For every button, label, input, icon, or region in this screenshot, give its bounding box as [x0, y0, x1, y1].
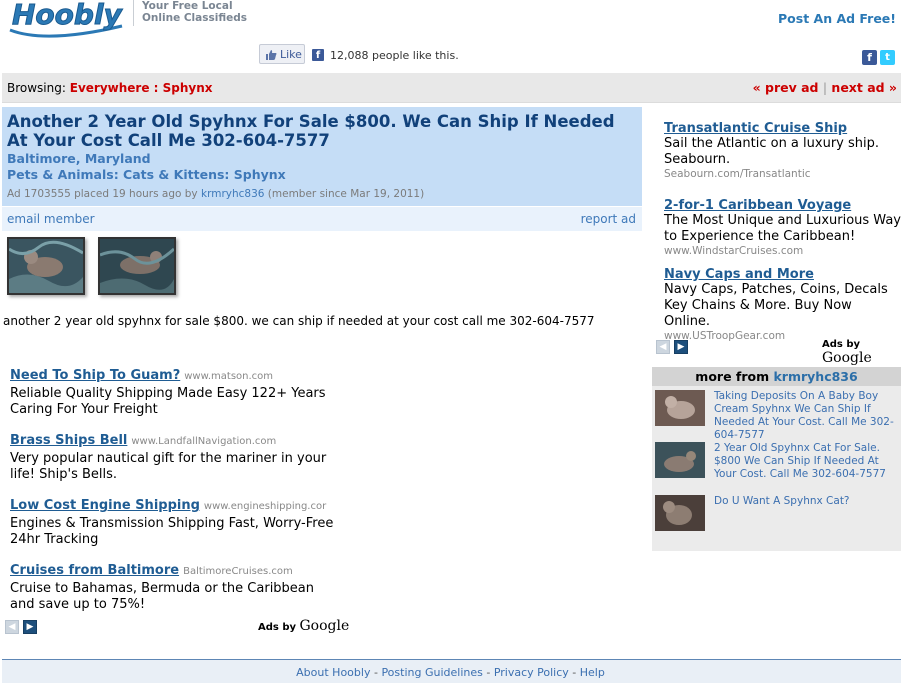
about-link[interactable]: About Hoobly [296, 666, 370, 679]
ad-navigation: « prev ad | next ad » [753, 80, 897, 95]
ad-meta-prefix: Ad 1703555 placed 19 hours ago by [7, 188, 198, 200]
footer-separator: - [482, 666, 494, 679]
browse-breadcrumb: Browsing: Everywhere : Sphynx [7, 81, 213, 95]
tagline-line-1: Your Free Local [142, 0, 233, 12]
right-ad-1: Transatlantic Cruise Ship Sail the Atlan… [664, 117, 901, 180]
browse-location-link[interactable]: Everywhere : Sphynx [70, 81, 213, 95]
right-ad-3: Navy Caps and More Navy Caps, Patches, C… [664, 263, 901, 342]
google-wordmark: Google [299, 618, 350, 634]
ad-category-link[interactable]: Pets & Animals: Cats & Kittens: Sphynx [7, 167, 286, 182]
ads-by-label: Ads by [258, 622, 297, 633]
google-ad-2-title[interactable]: Brass Ships Bell [10, 433, 127, 448]
thumbs-up-icon [265, 48, 277, 60]
post-ad-link[interactable]: Post An Ad Free! [778, 11, 896, 26]
more-from-thumb[interactable] [655, 442, 705, 478]
facebook-share-icon[interactable]: f [862, 50, 877, 65]
footer-separator: - [568, 666, 580, 679]
right-ad-3-body: Navy Caps, Patches, Coins, Decals Key Ch… [664, 282, 888, 329]
right-ad-2-body: The Most Unique and Luxurious Way to Exp… [664, 213, 901, 244]
right-ads-prev-arrow-icon[interactable]: ◀ [656, 340, 670, 354]
google-ad-4-url: BaltimoreCruises.com [183, 566, 293, 577]
right-ads-next-arrow-icon[interactable]: ▶ [674, 340, 688, 354]
google-ad-1-url: www.matson.com [184, 371, 274, 382]
google-ad-2-url: www.LandfallNavigation.com [131, 436, 277, 447]
ad-description: another 2 year old spyhnx for sale $800.… [3, 314, 595, 328]
more-from-panel: more from krmryhc836 Taking Deposits On … [652, 367, 901, 551]
right-ad-1-body: Sail the Atlantic on a luxury ship. Seab… [664, 136, 879, 167]
twitter-share-icon[interactable]: t [880, 50, 895, 65]
tagline: Your Free Local Online Classifieds [142, 0, 247, 24]
ads-prev-arrow-icon[interactable]: ◀ [5, 620, 19, 634]
google-ad-4-body: Cruise to Bahamas, Bermuda or the Caribb… [10, 581, 315, 612]
prev-ad-link[interactable]: « prev ad [753, 80, 819, 95]
google-ad-3-url: www.engineshipping.cor [203, 501, 327, 512]
right-ads-by-google[interactable]: Ads by Google [822, 339, 901, 366]
ad-meta: Ad 1703555 placed 19 hours ago by krmryh… [7, 188, 424, 200]
footer-separator: - [370, 666, 382, 679]
report-ad-link[interactable]: report ad [581, 212, 636, 226]
facebook-icon: f [312, 49, 324, 61]
ad-photo-2[interactable] [98, 237, 176, 295]
right-ad-1-url: Seabourn.com/Transatlantic [664, 168, 811, 180]
email-member-link[interactable]: email member [7, 212, 95, 226]
posting-guidelines-link[interactable]: Posting Guidelines [381, 666, 482, 679]
right-ad-1-title[interactable]: Transatlantic Cruise Ship [664, 121, 847, 136]
help-link[interactable]: Help [580, 666, 605, 679]
google-ad-3: Low Cost Engine Shipping www.engineshippi… [10, 494, 340, 548]
ad-user-link[interactable]: krmryhc836 [201, 188, 264, 200]
ad-member-since: (member since Mar 19, 2011) [267, 188, 425, 200]
like-label: Like [280, 48, 302, 61]
google-ad-1-body: Reliable Quality Shipping Made Easy 122+… [10, 386, 326, 417]
google-ad-4: Cruises from Baltimore BaltimoreCruises.c… [10, 559, 340, 613]
google-ad-4-title[interactable]: Cruises from Baltimore [10, 563, 179, 578]
google-ad-3-body: Engines & Transmission Shipping Fast, Wo… [10, 516, 334, 547]
right-ad-3-title[interactable]: Navy Caps and More [664, 267, 814, 282]
google-ad-2-body: Very popular nautical gift for the marin… [10, 451, 327, 482]
browse-bar: Browsing: Everywhere : Sphynx « prev ad … [2, 73, 901, 103]
ad-location-link[interactable]: Baltimore, Maryland [7, 151, 151, 166]
more-from-item-link[interactable]: Taking Deposits On A Baby Boy Cream Spyh… [714, 390, 900, 442]
google-ad-3-title[interactable]: Low Cost Engine Shipping [10, 498, 200, 513]
right-ad-2: 2-for-1 Caribbean Voyage The Most Unique… [664, 194, 901, 257]
more-from-item-link[interactable]: 2 Year Old Spyhnx Cat For Sale. $800 We … [714, 442, 900, 481]
hoobly-logo[interactable]: Hoobly [6, 0, 130, 40]
more-from-thumb[interactable] [655, 390, 705, 426]
ads-by-google[interactable]: Ads by Google [258, 618, 349, 634]
google-ad-1: Need To Ship To Guam? www.matson.com Reli… [10, 364, 340, 418]
right-google-wordmark: Google [822, 350, 872, 366]
privacy-policy-link[interactable]: Privacy Policy [494, 666, 569, 679]
right-ad-2-url: www.WindstarCruises.com [664, 245, 804, 257]
ads-next-arrow-icon[interactable]: ▶ [23, 620, 37, 634]
ad-title: Another 2 Year Old Spyhnx For Sale $800.… [7, 112, 615, 150]
tagline-line-2: Online Classifieds [142, 12, 248, 24]
ad-header: Another 2 Year Old Spyhnx For Sale $800.… [2, 107, 642, 206]
right-ads-by-label: Ads by [822, 339, 861, 350]
right-ad-2-title[interactable]: 2-for-1 Caribbean Voyage [664, 198, 851, 213]
more-from-thumb[interactable] [655, 495, 705, 531]
facebook-like-button[interactable]: Like [259, 44, 305, 64]
more-from-label: more from [695, 369, 770, 384]
logo-text: Hoobly [12, 0, 124, 31]
footer-links: About Hoobly - Posting Guidelines - Priv… [0, 666, 901, 679]
like-count: 12,088 people like this. [330, 49, 459, 62]
more-from-user-link[interactable]: krmryhc836 [773, 369, 857, 384]
next-ad-link[interactable]: next ad » [831, 80, 897, 95]
google-ad-2: Brass Ships Bell www.LandfallNavigation.c… [10, 429, 340, 483]
more-from-item-link[interactable]: Do U Want A Spyhnx Cat? [714, 495, 900, 508]
google-ad-1-title[interactable]: Need To Ship To Guam? [10, 368, 180, 383]
browse-label: Browsing: [7, 81, 66, 95]
more-from-header: more from krmryhc836 [652, 367, 901, 386]
tagline-divider [133, 0, 134, 26]
nav-separator: | [822, 80, 828, 95]
ad-actions-bar: email member report ad [2, 207, 642, 231]
ad-photo-1[interactable] [7, 237, 85, 295]
